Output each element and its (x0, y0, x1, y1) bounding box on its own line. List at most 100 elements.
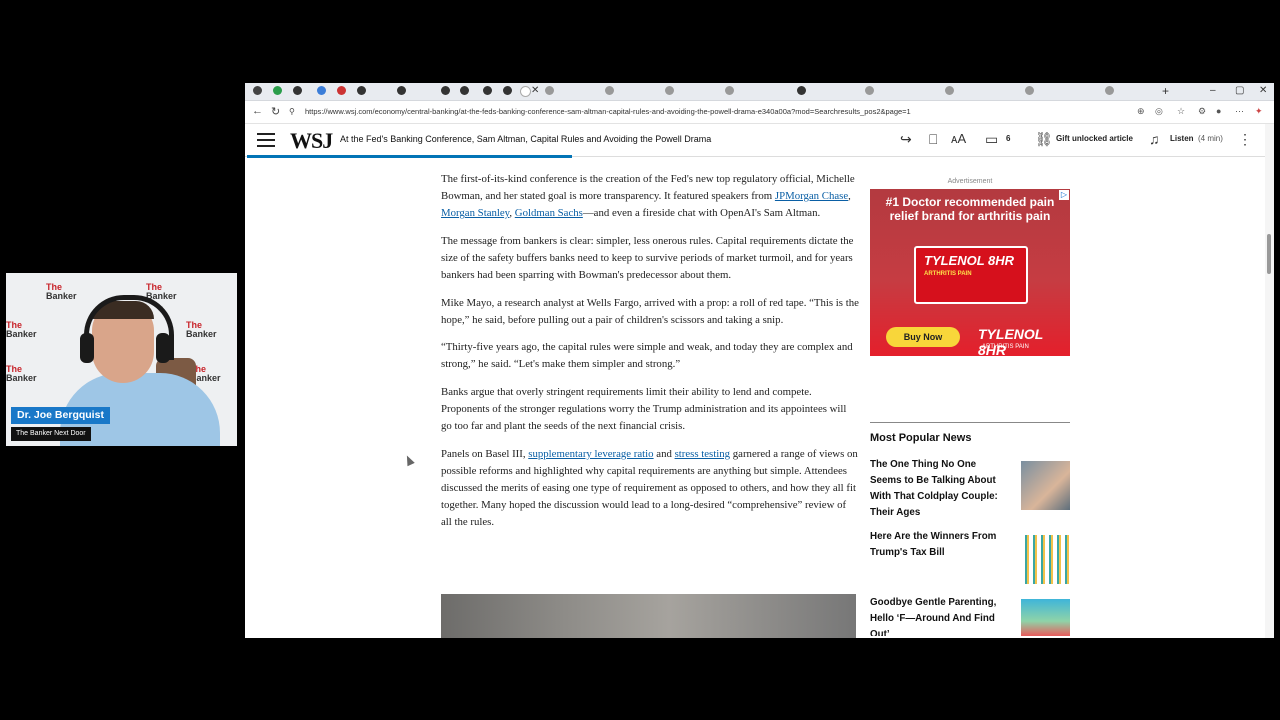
article-paragraph: Mike Mayo, a research analyst at Wells F… (441, 296, 859, 326)
tab-icon[interactable] (253, 86, 262, 95)
share-icon[interactable]: ↪ (900, 131, 912, 148)
popular-thumb-1[interactable] (1021, 461, 1070, 510)
hamburger-menu-icon[interactable] (257, 133, 275, 147)
article-image (441, 594, 856, 638)
ad-product-sub: ARTHRITIS PAIN (924, 271, 972, 277)
minimize-button[interactable]: – (1210, 85, 1216, 96)
tab-icon[interactable] (273, 86, 282, 95)
tab-icon[interactable] (797, 86, 806, 95)
bookmark-icon[interactable]: ⎕ (929, 131, 937, 148)
comments-count[interactable]: 6 (1006, 134, 1010, 143)
popular-thumb-2[interactable] (1021, 535, 1070, 584)
popular-item-2[interactable]: Here Are the Winners From Trump's Tax Bi… (870, 529, 1010, 561)
tab-icon[interactable] (441, 86, 450, 95)
ad-product-box: TYLENOL 8HR ARTHRITIS PAIN (914, 246, 1028, 304)
tab-icon[interactable] (483, 86, 492, 95)
tab-icon[interactable] (1025, 86, 1034, 95)
advertisement-label: Advertisement (947, 178, 993, 185)
ad-product-name: TYLENOL 8HR (924, 253, 1015, 268)
comments-icon[interactable]: ▭ (985, 131, 998, 148)
background-logo: The Banker (6, 364, 37, 383)
url-field[interactable]: https://www.wsj.com/economy/central-bank… (305, 104, 1155, 120)
address-bar: ← ↻ ⚲ https://www.wsj.com/economy/centra… (245, 101, 1274, 124)
copilot-icon[interactable]: ✦ (1255, 106, 1263, 117)
link-morgan-stanley[interactable]: Morgan Stanley (441, 207, 509, 219)
most-popular-title: Most Popular News (870, 432, 972, 444)
gift-link-icon[interactable]: ⛓ (1035, 131, 1053, 148)
article-paragraph: The first-of-its-kind conference is the … (441, 171, 859, 222)
article-paragraph: The message from bankers is clear: simpl… (441, 234, 854, 281)
article-paragraph: “Thirty-five years ago, the capital rule… (441, 341, 853, 371)
link-jpmorgan[interactable]: JPMorgan Chase (775, 190, 848, 202)
tab-icon[interactable] (357, 86, 366, 95)
headphone-earcup (156, 333, 170, 363)
scrollbar-thumb[interactable] (1267, 234, 1271, 274)
background-logo: The Banker (186, 320, 217, 339)
text: Panels on Basel III, (441, 447, 529, 460)
tab-icon[interactable] (725, 86, 734, 95)
wsj-logo[interactable]: WSJ (290, 128, 333, 154)
tab-icon[interactable] (545, 86, 554, 95)
more-options-icon[interactable]: ⋮ (1238, 131, 1252, 148)
ad-buy-now-button[interactable]: Buy Now (886, 327, 960, 347)
popular-thumb-3[interactable] (1021, 599, 1070, 636)
wsj-header: WSJ At the Fed's Banking Conference, Sam… (245, 124, 1265, 157)
active-tab-icon[interactable] (520, 86, 531, 97)
text: , (848, 190, 851, 203)
article-body: The first-of-its-kind conference is the … (441, 171, 859, 542)
tab-icon[interactable] (503, 86, 512, 95)
ad-headline: #1 Doctor recommended pain relief brand … (885, 195, 1055, 223)
headphone-earcup (80, 333, 94, 363)
ad-brand-sub: ARTHRITIS PAIN (982, 344, 1029, 350)
new-tab-button[interactable]: + (1162, 84, 1169, 98)
presenter-subtitle: The Banker Next Door (11, 427, 91, 441)
favorite-star-icon[interactable]: ☆ (1177, 106, 1185, 117)
background-logo: The Banker (6, 320, 37, 339)
text-size-icon[interactable]: ᴀA (951, 131, 966, 146)
tab-icon[interactable] (605, 86, 614, 95)
popular-item-1[interactable]: The One Thing No One Seems to Be Talking… (870, 457, 1010, 521)
tab-icon[interactable] (1105, 86, 1114, 95)
tab-icon[interactable] (337, 86, 346, 95)
link-supplementary-leverage-ratio[interactable]: supplementary leverage ratio (528, 448, 653, 460)
maximize-button[interactable]: ▢ (1235, 85, 1244, 96)
gift-article-button[interactable]: Gift unlocked article (1056, 134, 1133, 143)
zoom-icon[interactable]: ⊕ (1137, 106, 1145, 117)
extensions-icon[interactable]: ⚙ (1198, 106, 1206, 117)
page-scrollbar[interactable] (1265, 124, 1274, 638)
refresh-icon[interactable]: ↻ (271, 105, 280, 118)
listen-button[interactable]: Listen (1170, 134, 1194, 143)
headphones-icon[interactable]: ♫ (1149, 131, 1160, 147)
link-stress-testing[interactable]: stress testing (675, 448, 730, 460)
tab-icon[interactable] (460, 86, 469, 95)
tab-icon[interactable] (397, 86, 406, 95)
tab-close-icon[interactable]: ✕ (531, 85, 539, 96)
close-window-button[interactable]: ✕ (1259, 85, 1267, 96)
tab-icon[interactable] (945, 86, 954, 95)
webcam-overlay: The Banker The Banker The Banker The Banker … (6, 273, 237, 446)
tab-strip: ✕ + – ▢ ✕ (245, 83, 1274, 101)
tab-icon[interactable] (865, 86, 874, 95)
text: —and even a fireside chat with OpenAI's … (582, 207, 821, 220)
text: and (653, 447, 675, 460)
reader-icon[interactable]: ◎ (1155, 106, 1163, 117)
reading-progress-bar (247, 155, 572, 158)
article-paragraph: Panels on Basel III, supplementary lever… (441, 446, 859, 531)
header-headline: At the Fed's Banking Conference, Sam Alt… (340, 134, 712, 144)
tab-icon[interactable] (293, 86, 302, 95)
advertisement-banner[interactable]: ▷ #1 Doctor recommended pain relief bran… (870, 189, 1070, 356)
tab-icon[interactable] (317, 86, 326, 95)
link-goldman-sachs[interactable]: Goldman Sachs (515, 207, 583, 219)
listen-duration: (4 min) (1198, 134, 1223, 143)
site-info-icon[interactable]: ⚲ (289, 107, 295, 116)
article-paragraph: Banks argue that overly stringent requir… (441, 385, 847, 433)
popular-item-3[interactable]: Goodbye Gentle Parenting, Hello ‘F—Aroun… (870, 595, 1010, 636)
profile-icon[interactable]: ● (1216, 106, 1221, 116)
back-arrow-icon[interactable]: ← (252, 105, 263, 117)
more-menu-icon[interactable]: ⋯ (1235, 106, 1244, 117)
tab-icon[interactable] (665, 86, 674, 95)
browser-window: ✕ + – ▢ ✕ ← ↻ ⚲ https://www.wsj.com/econ… (245, 83, 1274, 638)
ad-brand: TYLENOL 8HR (978, 326, 1044, 356)
background-logo: The Banker (46, 282, 77, 301)
presenter-name: Dr. Joe Bergquist (11, 407, 110, 424)
